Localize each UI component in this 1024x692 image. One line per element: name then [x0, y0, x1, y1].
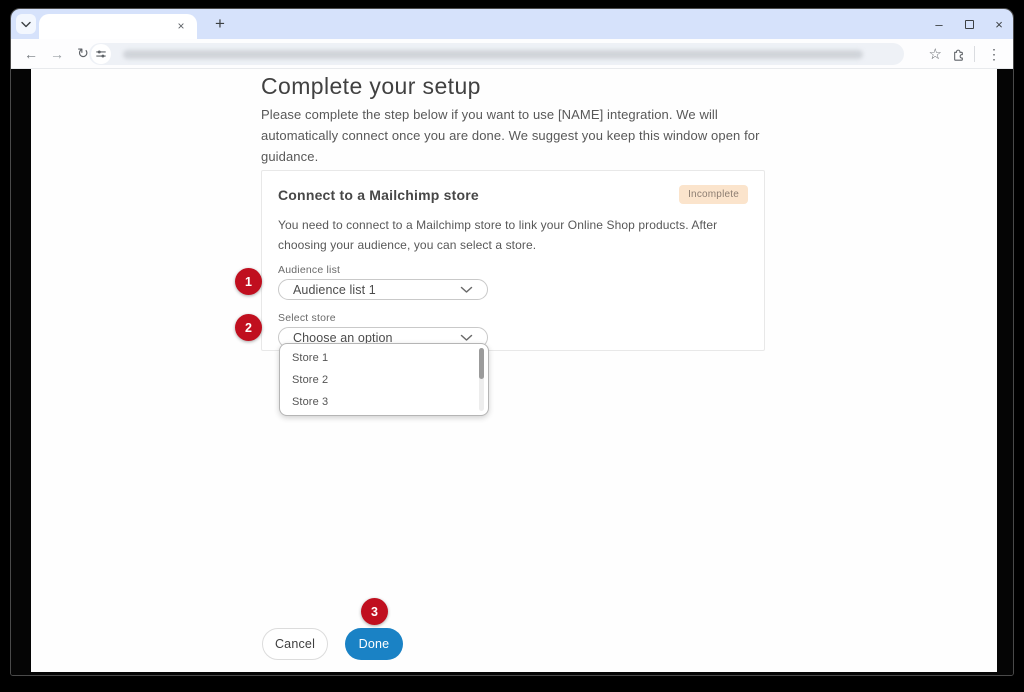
cancel-button[interactable]: Cancel — [262, 628, 328, 660]
browser-toolbar: ← → ↻ ☆ ⋮ — [11, 39, 1013, 69]
page-title: Complete your setup — [261, 73, 481, 100]
card-description: You need to connect to a Mailchimp store… — [278, 215, 756, 255]
status-badge: Incomplete — [679, 185, 748, 204]
chevron-down-icon — [21, 21, 31, 28]
window-close-button[interactable]: × — [991, 16, 1007, 32]
back-button[interactable]: ← — [19, 42, 43, 66]
site-settings-button[interactable] — [91, 44, 111, 64]
tab-close-icon[interactable]: × — [173, 18, 189, 34]
address-bar[interactable] — [89, 43, 904, 65]
chevron-down-icon — [460, 286, 473, 294]
select-store-label: Select store — [278, 312, 748, 324]
browser-window: × + – × ← → ↻ ☆ — [10, 8, 1014, 676]
bookmark-star-icon[interactable]: ☆ — [929, 45, 942, 63]
page-description: Please complete the step below if you wa… — [261, 104, 769, 167]
tab-search-button[interactable] — [16, 14, 36, 34]
forward-button[interactable]: → — [45, 42, 69, 66]
audience-list-label: Audience list — [278, 264, 748, 276]
tune-icon — [95, 48, 107, 60]
maximize-button[interactable] — [961, 16, 977, 32]
store-option-3[interactable]: Store 3 — [280, 391, 488, 413]
page-content-panel: Complete your setup Please complete the … — [31, 69, 997, 672]
page-viewport: Complete your setup Please complete the … — [11, 69, 1013, 675]
browser-tab[interactable]: × — [39, 14, 197, 39]
step-badge-3: 3 — [361, 598, 388, 625]
audience-list-value: Audience list 1 — [293, 283, 376, 297]
extensions-button[interactable] — [950, 46, 966, 62]
redacted-url-text — [123, 50, 863, 59]
minimize-button[interactable]: – — [931, 16, 947, 32]
window-controls: – × — [931, 9, 1007, 39]
mailchimp-setup-card: Connect to a Mailchimp store Incomplete … — [261, 170, 765, 351]
step-badge-2: 2 — [235, 314, 262, 341]
dropdown-scrollbar-thumb[interactable] — [479, 348, 484, 379]
maximize-icon — [965, 20, 974, 29]
store-option-1[interactable]: Store 1 — [280, 347, 488, 369]
chevron-down-icon — [460, 334, 473, 342]
browser-menu-button[interactable]: ⋮ — [983, 46, 1005, 63]
toolbar-right-actions: ☆ ⋮ — [929, 39, 1005, 69]
audience-list-select[interactable]: Audience list 1 — [278, 279, 488, 300]
done-button[interactable]: Done — [345, 628, 403, 660]
card-header: Connect to a Mailchimp store Incomplete — [278, 187, 748, 204]
store-option-2[interactable]: Store 2 — [280, 369, 488, 391]
tab-strip: × + – × — [11, 9, 1013, 39]
store-options-dropdown: Store 1 Store 2 Store 3 — [279, 343, 489, 416]
new-tab-button[interactable]: + — [209, 12, 231, 36]
puzzle-icon — [950, 46, 966, 62]
step-badge-1: 1 — [235, 268, 262, 295]
card-title: Connect to a Mailchimp store — [278, 187, 479, 203]
toolbar-divider — [974, 46, 975, 62]
